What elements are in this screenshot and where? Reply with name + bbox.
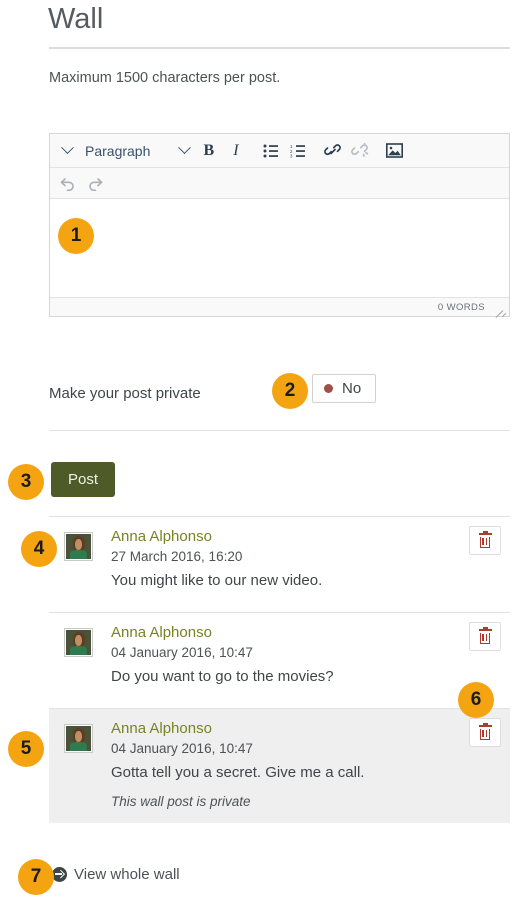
form-divider — [49, 430, 510, 431]
post-date: 04 January 2016, 10:47 — [111, 741, 253, 756]
wall-post-body: Anna Alphonso 27 March 2016, 16:20 You m… — [49, 527, 510, 593]
editor-toolbar-primary: Paragraph B I 1 2 3 — [50, 134, 509, 168]
delete-post-button[interactable] — [469, 718, 501, 747]
redo-icon — [88, 177, 102, 191]
callout-badge-2: 2 — [272, 373, 308, 409]
privacy-label: Make your post private — [49, 384, 201, 402]
image-button[interactable] — [381, 137, 408, 165]
svg-text:3: 3 — [290, 153, 293, 157]
callout-badge-5: 5 — [8, 731, 44, 767]
avatar-body — [70, 646, 87, 655]
editor-status-bar: 0 WORDS — [50, 297, 509, 316]
avatar-body — [70, 550, 87, 559]
bold-button[interactable]: B — [195, 137, 222, 165]
avatar-body — [70, 742, 87, 751]
post-text: Do you want to go to the movies? — [111, 668, 334, 685]
undo-icon — [60, 177, 74, 191]
link-button[interactable] — [319, 137, 346, 165]
trash-icon — [478, 627, 492, 644]
post-button[interactable]: Post — [51, 462, 116, 497]
post-private-note: This wall post is private — [111, 794, 251, 809]
trash-icon — [478, 531, 492, 548]
chevron-down-icon — [61, 141, 74, 155]
privacy-toggle[interactable]: No — [312, 374, 377, 403]
wall-post-item: Anna Alphonso 04 January 2016, 10:47 Do … — [49, 612, 510, 708]
wall-post-body: Anna Alphonso 04 January 2016, 10:47 Do … — [49, 623, 510, 689]
image-icon — [386, 143, 404, 158]
wall-post-list: Anna Alphonso 27 March 2016, 16:20 You m… — [49, 516, 510, 823]
numbered-list-icon: 1 2 3 — [290, 144, 305, 158]
numbered-list-button[interactable]: 1 2 3 — [284, 137, 311, 165]
delete-post-button[interactable] — [469, 622, 501, 651]
post-author-link[interactable]: Anna Alphonso — [111, 719, 500, 739]
toggle-status-dot-icon — [324, 384, 333, 393]
post-author-link[interactable]: Anna Alphonso — [111, 527, 500, 547]
bullet-list-button[interactable] — [257, 137, 284, 165]
wall-post-item: Anna Alphonso 27 March 2016, 16:20 You m… — [49, 516, 510, 612]
view-whole-wall-link[interactable]: View whole wall — [52, 866, 180, 883]
avatar-image — [66, 534, 91, 559]
post-date: 04 January 2016, 10:47 — [111, 645, 253, 660]
avatar — [64, 628, 93, 657]
block-format-value: Paragraph — [85, 142, 151, 159]
avatar — [64, 532, 93, 561]
title-divider — [49, 47, 510, 49]
toolbar-collapse-button[interactable] — [54, 137, 81, 165]
italic-button[interactable]: I — [222, 137, 249, 165]
callout-badge-4: 4 — [21, 531, 57, 567]
editor-toolbar-secondary — [50, 168, 509, 199]
callout-badge-6: 6 — [458, 682, 494, 718]
avatar-face — [75, 539, 83, 550]
callout-badge-7: 7 — [18, 859, 54, 895]
link-icon — [323, 143, 341, 155]
intro-text: Maximum 1500 characters per post. — [49, 70, 281, 86]
wall-post-body: Anna Alphonso 04 January 2016, 10:47 Got… — [49, 719, 510, 812]
avatar-image — [66, 630, 91, 655]
resize-grip-icon[interactable] — [492, 302, 503, 313]
page-title: Wall — [48, 3, 104, 35]
wall-post-editor: Paragraph B I 1 2 3 0 WORDS — [49, 133, 510, 317]
block-format-select[interactable]: Paragraph — [81, 137, 195, 165]
unlink-icon — [350, 142, 369, 157]
wall-post-item-private: Anna Alphonso 04 January 2016, 10:47 Got… — [49, 708, 510, 823]
avatar-face — [75, 731, 83, 742]
privacy-toggle-value: No — [342, 380, 362, 397]
avatar — [64, 724, 93, 753]
trash-icon — [478, 723, 492, 740]
arrow-right-circle-icon — [52, 867, 67, 882]
post-text: You might like to our new video. — [111, 572, 323, 589]
word-count: 0 WORDS — [437, 301, 485, 313]
editor-content-area[interactable] — [50, 199, 509, 297]
callout-badge-3: 3 — [8, 464, 44, 500]
view-whole-wall-label: View whole wall — [74, 866, 180, 883]
avatar-face — [75, 635, 83, 646]
delete-post-button[interactable] — [469, 526, 501, 555]
wall-page: Wall Maximum 1500 characters per post. P… — [0, 0, 522, 904]
redo-button[interactable] — [81, 169, 108, 197]
post-date: 27 March 2016, 16:20 — [111, 549, 243, 564]
post-text: Gotta tell you a secret. Give me a call. — [111, 764, 365, 781]
chevron-down-icon — [178, 141, 192, 155]
post-author-link[interactable]: Anna Alphonso — [111, 623, 500, 643]
callout-badge-1: 1 — [58, 218, 94, 254]
unlink-button[interactable] — [346, 137, 373, 165]
undo-button[interactable] — [54, 169, 81, 197]
avatar-image — [66, 726, 91, 751]
bullet-list-icon — [263, 144, 278, 157]
